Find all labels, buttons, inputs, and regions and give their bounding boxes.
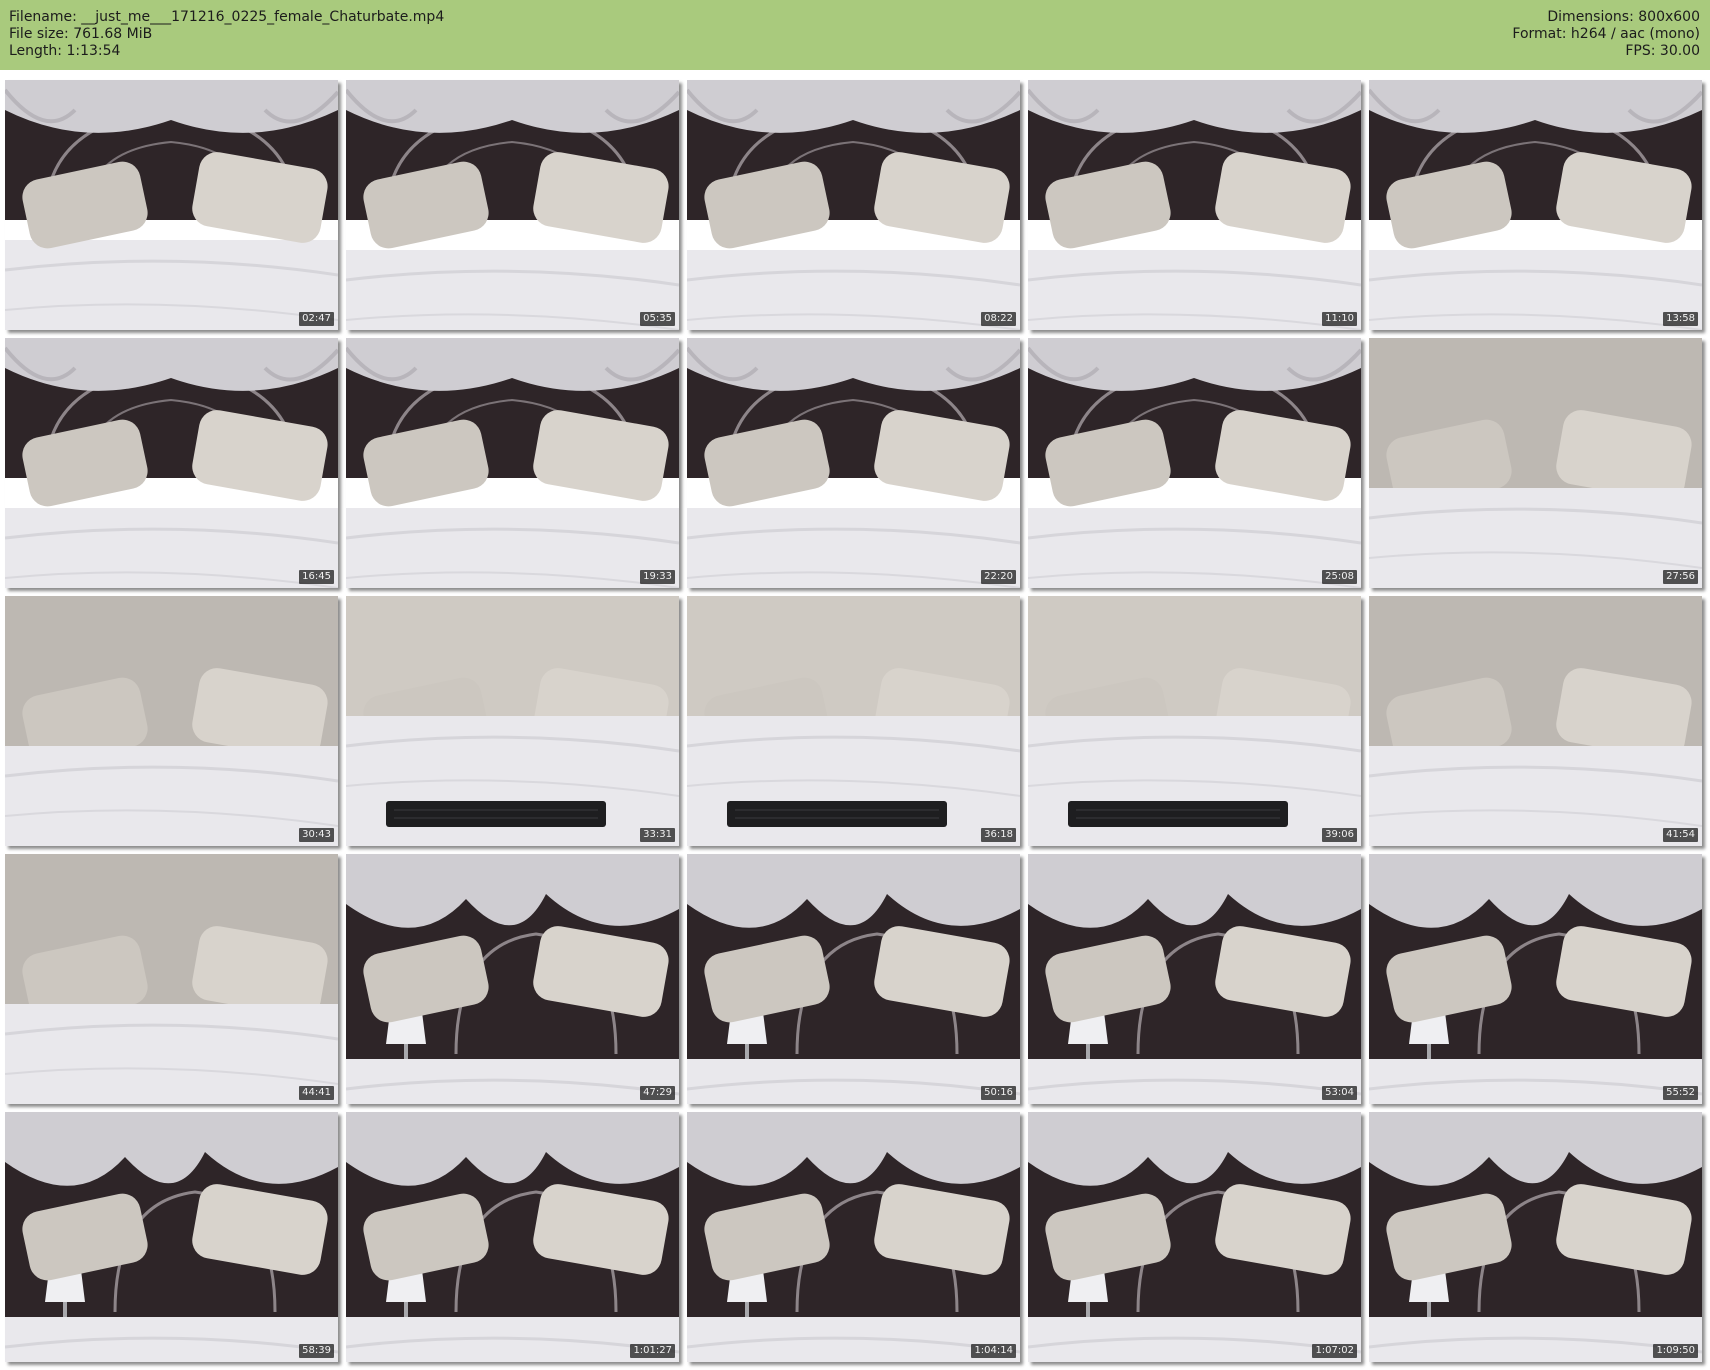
thumbnail-frame[interactable]: 16:45 — [5, 338, 338, 588]
timestamp-badge: 44:41 — [299, 1086, 334, 1100]
thumbnail-scene — [5, 596, 338, 846]
timestamp-badge: 1:01:27 — [630, 1344, 675, 1358]
timestamp-badge: 08:22 — [981, 312, 1016, 326]
thumbnail-scene — [5, 80, 338, 330]
timestamp-badge: 11:10 — [1322, 312, 1357, 326]
thumbnail-scene — [1369, 854, 1702, 1104]
timestamp-badge: 50:16 — [981, 1086, 1016, 1100]
thumbnail-frame[interactable]: 55:52 — [1369, 854, 1702, 1104]
thumbnail-scene — [346, 596, 679, 846]
thumbnail-frame[interactable]: 36:18 — [687, 596, 1020, 846]
thumbnail-frame[interactable]: 58:39 — [5, 1112, 338, 1362]
thumbnail-scene — [1028, 596, 1361, 846]
thumbnail-frame[interactable]: 13:58 — [1369, 80, 1702, 330]
thumbnail-frame[interactable]: 1:09:50 — [1369, 1112, 1702, 1362]
filesize-label: File size: 761.68 MiB — [9, 26, 153, 42]
thumbnail-scene — [687, 1112, 1020, 1362]
timestamp-badge: 16:45 — [299, 570, 334, 584]
thumbnail-frame[interactable]: 27:56 — [1369, 338, 1702, 588]
fps-label: FPS: 30.00 — [1625, 43, 1700, 59]
thumbnail-scene — [1028, 1112, 1361, 1362]
thumbnail-frame[interactable]: 44:41 — [5, 854, 338, 1104]
thumbnail-frame[interactable]: 53:04 — [1028, 854, 1361, 1104]
thumbnail-frame[interactable]: 02:47 — [5, 80, 338, 330]
timestamp-badge: 02:47 — [299, 312, 334, 326]
thumbnail-frame[interactable]: 50:16 — [687, 854, 1020, 1104]
timestamp-badge: 53:04 — [1322, 1086, 1357, 1100]
timestamp-badge: 1:09:50 — [1653, 1344, 1698, 1358]
thumbnail-scene — [687, 338, 1020, 588]
thumbnail-frame[interactable]: 1:07:02 — [1028, 1112, 1361, 1362]
thumbnail-scene — [1369, 80, 1702, 330]
dimensions-label: Dimensions: 800x600 — [1547, 9, 1700, 25]
thumbnail-scene — [1369, 338, 1702, 588]
thumbnail-scene — [5, 854, 338, 1104]
timestamp-badge: 30:43 — [299, 828, 334, 842]
timestamp-badge: 1:07:02 — [1312, 1344, 1357, 1358]
filename-label: Filename: __just_me___171216_0225_female… — [9, 9, 445, 25]
thumbnail-scene — [5, 1112, 338, 1362]
thumbnail-frame[interactable]: 39:06 — [1028, 596, 1361, 846]
thumbnail-frame[interactable]: 41:54 — [1369, 596, 1702, 846]
thumbnail-scene — [346, 338, 679, 588]
thumbnail-frame[interactable]: 19:33 — [346, 338, 679, 588]
thumbnail-frame[interactable]: 11:10 — [1028, 80, 1361, 330]
timestamp-badge: 36:18 — [981, 828, 1016, 842]
timestamp-badge: 13:58 — [1663, 312, 1698, 326]
timestamp-badge: 27:56 — [1663, 570, 1698, 584]
thumbnail-frame[interactable]: 25:08 — [1028, 338, 1361, 588]
thumbnail-frame[interactable]: 33:31 — [346, 596, 679, 846]
timestamp-badge: 58:39 — [299, 1344, 334, 1358]
thumbnail-frame[interactable]: 1:04:14 — [687, 1112, 1020, 1362]
thumbnail-scene — [346, 1112, 679, 1362]
thumbnail-frame[interactable]: 47:29 — [346, 854, 679, 1104]
thumbnail-frame[interactable]: 1:01:27 — [346, 1112, 679, 1362]
thumbnail-scene — [1028, 338, 1361, 588]
thumbnail-scene — [346, 854, 679, 1104]
thumbnail-scene — [687, 596, 1020, 846]
thumbnail-grid: 02:47 05:35 08:22 11:10 13:58 16:45 19:3… — [5, 80, 1705, 1362]
timestamp-badge: 22:20 — [981, 570, 1016, 584]
thumbnail-frame[interactable]: 30:43 — [5, 596, 338, 846]
timestamp-badge: 25:08 — [1322, 570, 1357, 584]
thumbnail-frame[interactable]: 22:20 — [687, 338, 1020, 588]
format-label: Format: h264 / aac (mono) — [1512, 26, 1700, 42]
timestamp-badge: 1:04:14 — [971, 1344, 1016, 1358]
thumbnail-frame[interactable]: 05:35 — [346, 80, 679, 330]
timestamp-badge: 39:06 — [1322, 828, 1357, 842]
file-info-header: Filename: __just_me___171216_0225_female… — [0, 0, 1710, 70]
timestamp-badge: 19:33 — [640, 570, 675, 584]
length-label: Length: 1:13:54 — [9, 43, 121, 59]
timestamp-badge: 33:31 — [640, 828, 675, 842]
file-info-left: Filename: __just_me___171216_0225_female… — [9, 9, 444, 60]
thumbnail-scene — [5, 338, 338, 588]
thumbnail-scene — [1369, 1112, 1702, 1362]
thumbnail-scene — [687, 80, 1020, 330]
thumbnail-scene — [1369, 596, 1702, 846]
thumbnail-scene — [1028, 80, 1361, 330]
timestamp-badge: 05:35 — [640, 312, 675, 326]
thumbnail-scene — [1028, 854, 1361, 1104]
thumbnail-frame[interactable]: 08:22 — [687, 80, 1020, 330]
timestamp-badge: 41:54 — [1663, 828, 1698, 842]
file-info-right: Dimensions: 800x600 Format: h264 / aac (… — [1512, 9, 1700, 60]
thumbnail-scene — [687, 854, 1020, 1104]
timestamp-badge: 55:52 — [1663, 1086, 1698, 1100]
timestamp-badge: 47:29 — [640, 1086, 675, 1100]
thumbnail-scene — [346, 80, 679, 330]
